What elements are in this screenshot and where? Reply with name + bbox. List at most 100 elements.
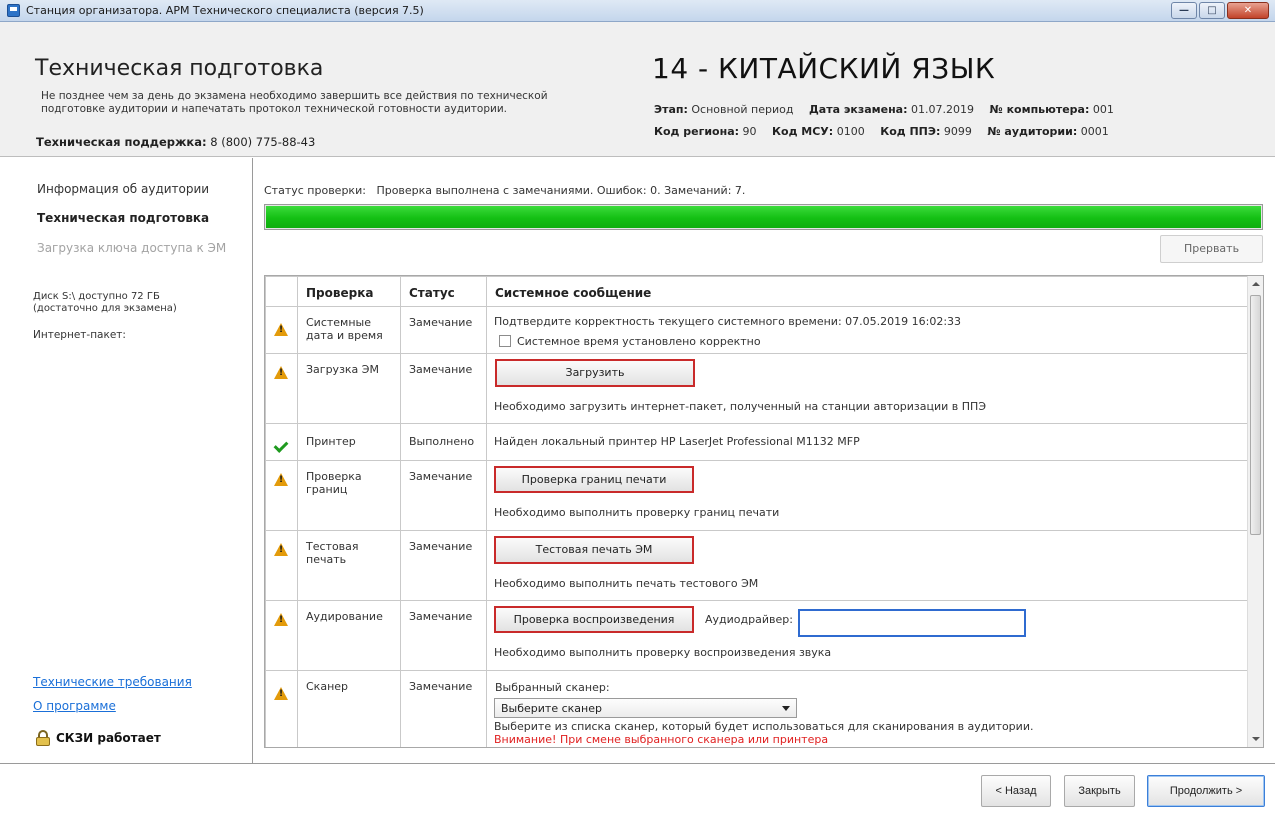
deadline-note: Не позднее чем за день до экзамена необх… — [41, 90, 621, 116]
sidebar-item-room-info[interactable]: Информация об аудитории — [37, 182, 209, 196]
scanner-label: Выбранный сканер: — [495, 681, 610, 694]
audio-driver-field[interactable] — [798, 609, 1026, 637]
window-title: Станция организатора. АРМ Технического с… — [26, 4, 424, 17]
header-panel: Техническая подготовка Не позднее чем за… — [0, 22, 1275, 157]
column-header-icon — [265, 276, 298, 307]
exam-subject: 14 - КИТАЙСКИЙ ЯЗЫК — [652, 52, 996, 85]
about-link[interactable]: О программе — [33, 699, 116, 713]
window-titlebar[interactable]: Станция организатора. АРМ Технического с… — [0, 0, 1275, 22]
scrollbar-thumb[interactable] — [1250, 295, 1261, 535]
system-message: Необходимо загрузить интернет-пакет, пол… — [494, 400, 987, 413]
check-name: Загрузка ЭМ — [297, 353, 401, 424]
back-button[interactable]: < Назад — [981, 775, 1051, 807]
table-row: Загрузка ЭМ Замечание Загрузить Необходи… — [265, 353, 1250, 424]
room-label: № аудитории: — [987, 125, 1078, 138]
scanner-select[interactable]: Выберите сканер — [494, 698, 797, 718]
msu-value: 0100 — [836, 125, 865, 138]
stage-label: Этап: — [654, 103, 688, 116]
warning-icon — [274, 543, 288, 556]
scanner-select-value: Выберите сканер — [501, 701, 602, 715]
region-label: Код региона: — [654, 125, 740, 138]
check-status-value: Замечание — [400, 530, 487, 601]
close-button[interactable]: Закрыть — [1064, 775, 1135, 807]
warning-icon — [274, 687, 288, 700]
table-header-row: Проверка Статус Системное сообщение — [265, 276, 1250, 307]
close-window-button[interactable]: ✕ — [1227, 2, 1269, 19]
table-row: Сканер Замечание Выбранный сканер: Выбер… — [265, 670, 1250, 747]
maximize-icon: □ — [1207, 5, 1217, 16]
time-confirm-checkbox-row[interactable]: Системное время установлено корректно — [494, 335, 1249, 348]
table-row: Проверка границ Замечание Проверка грани… — [265, 460, 1250, 531]
support-info: Техническая поддержка: 8 (800) 775-88-43 — [36, 135, 315, 149]
internet-package-label: Интернет-пакет: — [33, 329, 126, 341]
main-panel: Статус проверки: Проверка выполнена с за… — [254, 158, 1275, 763]
minimize-button[interactable]: — — [1171, 2, 1197, 19]
time-confirm-checkbox[interactable] — [499, 335, 511, 347]
window-controls: — □ ✕ — [1171, 2, 1269, 19]
column-header-status: Статус — [400, 276, 487, 307]
check-icon — [275, 440, 289, 450]
table-row: Принтер Выполнено Найден локальный принт… — [265, 423, 1250, 461]
sidebar: Информация об аудитории Техническая подг… — [0, 158, 253, 763]
print-margins-check-button[interactable]: Проверка границ печати — [494, 466, 694, 493]
check-name: Принтер — [297, 423, 401, 461]
check-status-value: Замечание — [400, 353, 487, 424]
check-name: Проверка границ — [297, 460, 401, 531]
load-em-button[interactable]: Загрузить — [495, 359, 695, 387]
scroll-up-icon[interactable] — [1252, 282, 1260, 286]
warning-icon — [274, 473, 288, 486]
system-message: Выберите из списка сканер, который будет… — [494, 720, 1034, 733]
skzi-status: СКЗИ работает — [36, 730, 161, 746]
continue-button[interactable]: Продолжить > — [1147, 775, 1265, 807]
check-status-value: Замечание — [400, 670, 487, 747]
sidebar-item-technical-preparation[interactable]: Техническая подготовка — [37, 211, 209, 225]
msu-label: Код МСУ: — [772, 125, 834, 138]
exam-info-line2: Код региона: 90 Код МСУ: 0100 Код ППЭ: 9… — [654, 125, 1109, 138]
technical-requirements-link[interactable]: Технические требования — [33, 675, 192, 689]
deadline-note-line2: подготовке аудитории и напечатать проток… — [41, 103, 507, 115]
footer-bar: < Назад Закрыть Продолжить > — [0, 763, 1275, 823]
disk-sufficiency: (достаточно для экзамена) — [33, 303, 177, 314]
support-phone: 8 (800) 775-88-43 — [210, 135, 316, 149]
progress-fill — [266, 206, 1261, 228]
table-row: Аудирование Замечание Проверка воспроизв… — [265, 600, 1250, 671]
check-name: Тестовая печать — [297, 530, 401, 601]
sidebar-item-key-download: Загрузка ключа доступа к ЭМ — [37, 241, 227, 255]
system-message: Найден локальный принтер HP LaserJet Pro… — [494, 435, 860, 448]
skzi-status-text: СКЗИ работает — [56, 731, 161, 745]
lock-icon — [36, 730, 50, 746]
region-value: 90 — [742, 125, 757, 138]
audio-driver-label: Аудиодрайвер: — [705, 613, 793, 626]
deadline-note-line1: Не позднее чем за день до экзамена необх… — [41, 90, 548, 102]
support-label: Техническая поддержка: — [36, 135, 207, 149]
scanner-warning: Внимание! При смене выбранного сканера и… — [494, 733, 829, 746]
check-status-value: Выполнено — [400, 423, 487, 461]
stop-button[interactable]: Прервать — [1160, 235, 1263, 263]
disk-space: Диск S:\ доступно 72 ГБ — [33, 291, 160, 302]
time-confirm-label: Системное время установлено корректно — [517, 335, 761, 348]
column-header-check: Проверка — [297, 276, 401, 307]
computer-label: № компьютера: — [989, 103, 1090, 116]
check-status: Статус проверки: Проверка выполнена с за… — [264, 184, 745, 197]
playback-check-button[interactable]: Проверка воспроизведения — [494, 606, 694, 633]
minimize-icon: — — [1179, 5, 1189, 16]
check-progress-bar — [264, 204, 1263, 230]
column-header-message: Системное сообщение — [486, 276, 1250, 307]
table-scrollbar[interactable] — [1247, 276, 1263, 747]
exam-info-line1: Этап: Основной период Дата экзамена: 01.… — [654, 103, 1114, 116]
check-name: Сканер — [297, 670, 401, 747]
system-message: Необходимо выполнить проверку границ печ… — [494, 506, 780, 519]
test-print-button[interactable]: Тестовая печать ЭМ — [494, 536, 694, 564]
app-icon — [7, 4, 20, 17]
exam-date-label: Дата экзамена: — [808, 103, 908, 116]
table-row: Системные дата и время Замечание Подтвер… — [265, 306, 1250, 354]
disk-info: Диск S:\ доступно 72 ГБ (достаточно для … — [33, 291, 177, 315]
room-value: 0001 — [1080, 125, 1109, 138]
check-status-value: Замечание — [400, 306, 487, 354]
warning-icon — [274, 366, 288, 379]
check-status-value: Замечание — [400, 600, 487, 671]
maximize-button[interactable]: □ — [1199, 2, 1225, 19]
scroll-down-icon[interactable] — [1252, 737, 1260, 741]
table-row: Тестовая печать Замечание Тестовая печат… — [265, 530, 1250, 601]
chevron-down-icon — [782, 705, 790, 711]
